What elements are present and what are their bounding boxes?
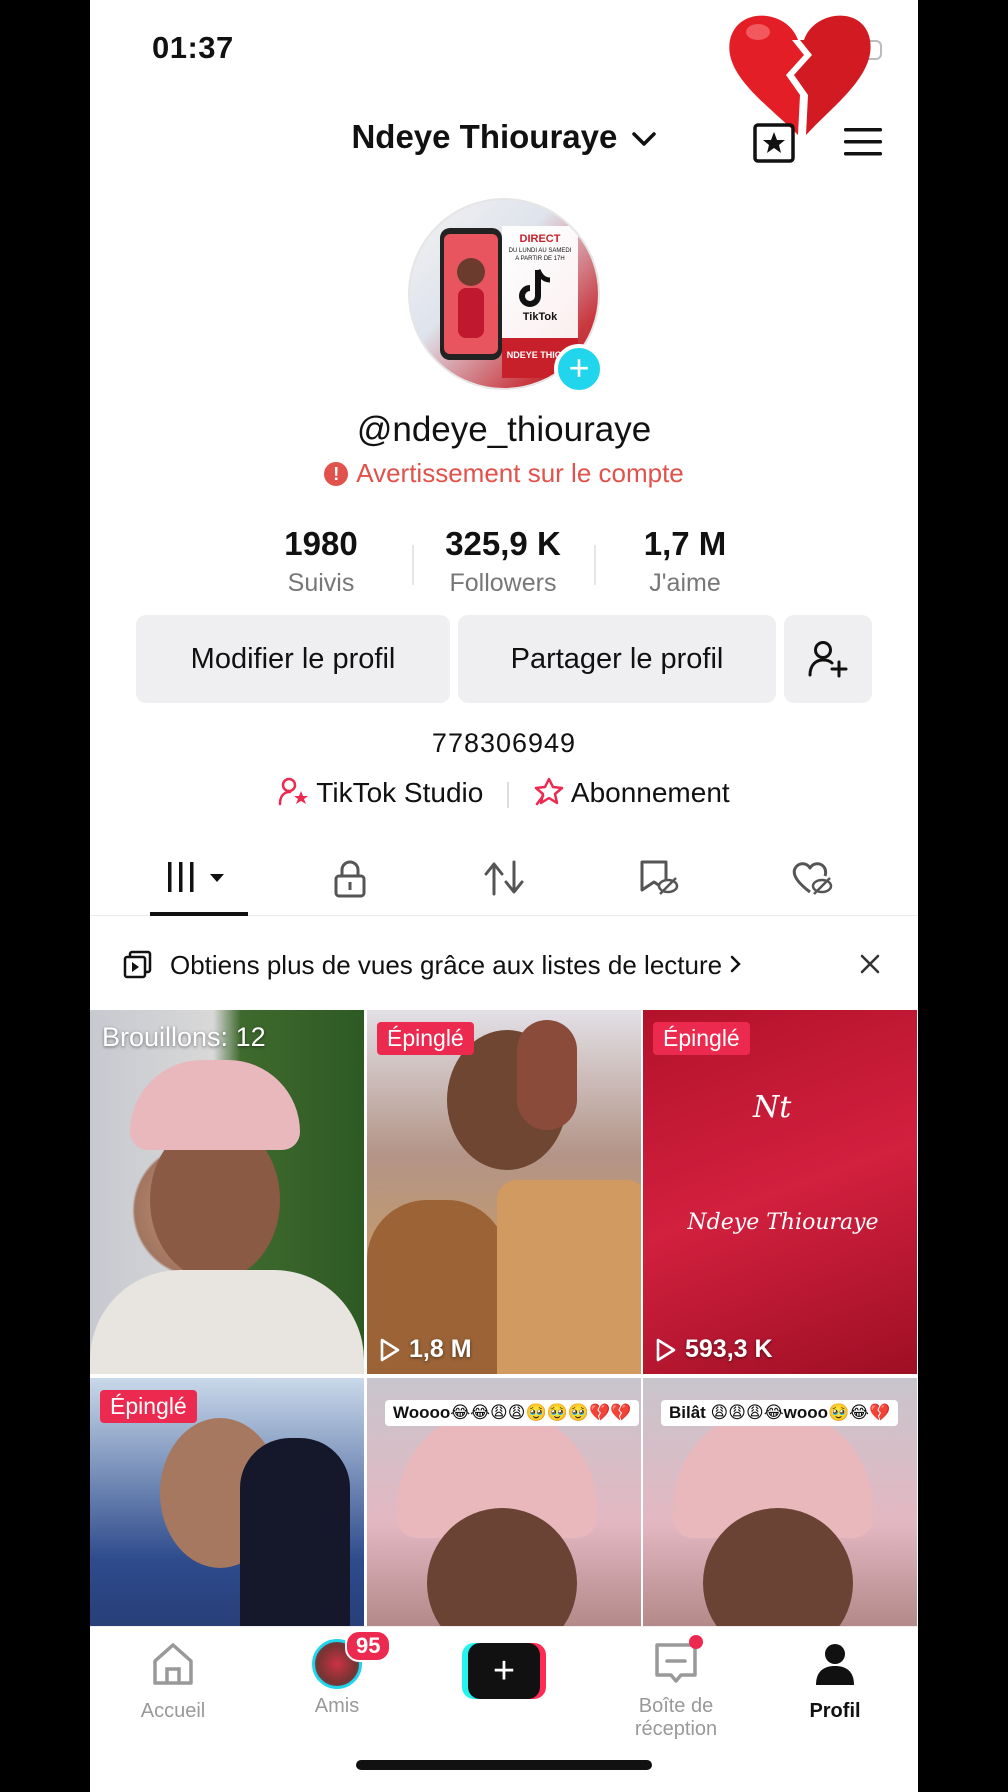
playlist-promo-text: Obtiens plus de vues grâce aux listes de… xyxy=(170,950,743,981)
creator-badge-icon[interactable] xyxy=(752,120,796,164)
stat-label: Followers xyxy=(449,569,557,597)
subscription-label: Abonnement xyxy=(570,777,730,808)
avatar-time-text: A PARTIR DE 17H xyxy=(515,256,564,262)
studio-person-star-icon xyxy=(279,777,309,806)
profile-links: TikTok Studio Abonnement xyxy=(90,776,918,809)
pinned-badge: Épinglé xyxy=(100,1390,197,1423)
repost-icon xyxy=(484,860,524,896)
bookmark-hidden-icon xyxy=(640,860,679,895)
phone-screen: 01:37 Ndeye Thiouraye DIRECT DU LUNDI AU… xyxy=(90,0,918,1792)
thumbnail-food2 xyxy=(497,1180,641,1374)
nav-friends[interactable]: 95 Amis xyxy=(262,1630,412,1718)
chevron-down-icon xyxy=(631,132,656,147)
view-count-value: 593,3 K xyxy=(685,1335,773,1363)
nav-profile-label: Profil xyxy=(809,1700,861,1722)
avatar-schedule-text: DU LUNDI AU SAMEDI xyxy=(509,248,572,254)
nav-friends-label: Amis xyxy=(314,1695,360,1717)
display-name: Ndeye Thiouraye xyxy=(351,118,618,155)
video-tile[interactable]: Épinglé 1,8 M xyxy=(367,1010,641,1374)
menu-icon[interactable] xyxy=(842,124,884,160)
nav-profile[interactable]: Profil xyxy=(760,1639,910,1723)
active-tab-indicator xyxy=(150,912,248,916)
inbox-icon-wrap xyxy=(651,1635,703,1689)
warning-text: Avertissement sur le compte xyxy=(356,458,684,488)
drafts-count: Brouillons: 12 xyxy=(102,1022,266,1052)
stat-followers[interactable]: 325,9 K Followers xyxy=(412,525,594,605)
pinned-badge: Épinglé xyxy=(653,1022,750,1055)
subscription-star-icon xyxy=(534,777,564,806)
nav-inbox[interactable]: Boîte de réception xyxy=(598,1635,754,1741)
profile-stats: 1980 Suivis 325,9 K Followers 1,7 M J'ai… xyxy=(230,525,778,605)
status-time: 01:37 xyxy=(152,30,234,65)
content-tabs xyxy=(90,848,918,916)
stat-likes[interactable]: 1,7 M J'aime xyxy=(594,525,776,605)
thumbnail-cap xyxy=(130,1060,300,1150)
chevron-right-icon xyxy=(731,955,742,973)
tiktok-studio-label: TikTok Studio xyxy=(316,777,484,808)
home-indicator xyxy=(356,1760,652,1770)
stat-label: J'aime xyxy=(649,569,721,597)
stat-value: 1980 xyxy=(284,525,358,562)
add-story-plus-icon[interactable]: + xyxy=(554,344,604,394)
tiktok-studio-link[interactable]: TikTok Studio xyxy=(278,777,491,808)
play-icon xyxy=(380,1338,400,1361)
profile-bio: 778306949 xyxy=(431,728,577,758)
nav-home-label: Accueil xyxy=(140,1700,206,1722)
play-icon xyxy=(656,1338,676,1361)
tab-reposts[interactable] xyxy=(464,848,544,916)
heart-hidden-icon xyxy=(792,862,833,895)
subscription-link[interactable]: Abonnement xyxy=(525,777,730,808)
account-warning-link[interactable]: ! Avertissement sur le compte xyxy=(90,458,918,489)
edit-profile-button[interactable]: Modifier le profil xyxy=(136,615,450,703)
nav-inbox-label: Boîte de réception xyxy=(634,1695,718,1740)
avatar-direct-text: DIRECT xyxy=(520,233,561,245)
links-divider xyxy=(507,781,510,808)
add-friends-button[interactable] xyxy=(784,615,872,703)
friends-notification-badge: 95 xyxy=(345,1630,392,1662)
view-count: 1,8 M xyxy=(379,1335,472,1364)
watermark-text: Ndeye Thiouraye xyxy=(687,1210,879,1235)
warning-icon: ! xyxy=(324,462,349,486)
profile-person-icon xyxy=(816,1644,854,1685)
video-caption: Bilât 😩😩😩😂wooo🥹😂💔 xyxy=(661,1400,899,1426)
friends-avatar: 95 xyxy=(312,1630,392,1689)
stat-label: Suivis xyxy=(287,569,355,597)
close-icon[interactable] xyxy=(856,950,884,978)
view-count: 593,3 K xyxy=(655,1335,773,1364)
grid-bars-icon xyxy=(168,862,224,892)
tab-saved[interactable] xyxy=(618,848,698,916)
video-tile-drafts[interactable]: Brouillons: 12 xyxy=(90,1010,364,1374)
video-tile[interactable]: Nt Ndeye Thiouraye Épinglé 593,3 K xyxy=(643,1010,917,1374)
stat-value: 1,7 M xyxy=(643,525,727,562)
profile-actions: Modifier le profil Partager le profil xyxy=(136,615,872,705)
home-icon xyxy=(153,1643,193,1685)
tab-private[interactable] xyxy=(310,848,390,916)
avatar[interactable]: DIRECT DU LUNDI AU SAMEDI A PARTIR DE 17… xyxy=(408,198,604,394)
inbox-notification-dot xyxy=(689,1635,703,1649)
nav-home[interactable]: Accueil xyxy=(98,1639,248,1723)
share-profile-button[interactable]: Partager le profil xyxy=(458,615,776,703)
status-bar: 01:37 xyxy=(90,0,918,135)
thumbnail-shirt xyxy=(90,1270,364,1374)
lock-icon xyxy=(334,860,366,898)
monogram-text: Nt xyxy=(753,1090,792,1125)
plus-icon: + xyxy=(468,1643,540,1699)
video-grid: Brouillons: 12 Épinglé 1,8 M Nt Ndeye Th… xyxy=(90,1010,918,1742)
video-caption: Woooo😂😂😩😩🥹🥹🥹💔💔 xyxy=(385,1400,640,1426)
tab-videos[interactable] xyxy=(150,848,248,916)
pinned-badge: Épinglé xyxy=(377,1022,474,1055)
profile-header: Ndeye Thiouraye xyxy=(90,110,918,170)
stat-value: 325,9 K xyxy=(445,525,561,562)
playlist-promo-label: Obtiens plus de vues grâce aux listes de… xyxy=(170,950,723,980)
thumbnail-hair xyxy=(517,1020,577,1130)
playlist-promo-banner[interactable]: Obtiens plus de vues grâce aux listes de… xyxy=(90,938,918,990)
avatar-brand-text: TikTok xyxy=(523,311,558,323)
add-user-icon xyxy=(808,641,848,678)
profile-handle: @ndeye_thiouraye xyxy=(356,410,652,449)
stat-following[interactable]: 1980 Suivis xyxy=(230,525,412,605)
create-button[interactable]: + xyxy=(462,1643,546,1699)
playlist-icon xyxy=(123,950,152,979)
view-count-value: 1,8 M xyxy=(409,1335,472,1363)
tab-liked[interactable] xyxy=(772,848,852,916)
